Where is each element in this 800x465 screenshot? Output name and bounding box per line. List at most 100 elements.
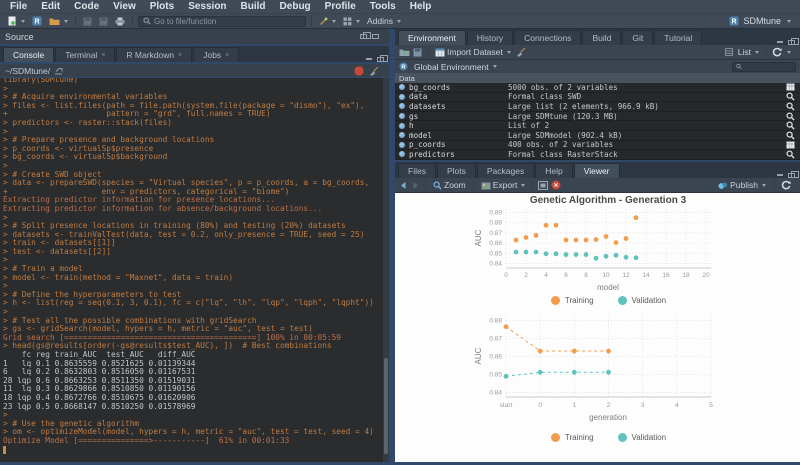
legend-item-validation[interactable]: Validation <box>618 296 667 305</box>
close-icon[interactable]: × <box>178 52 182 59</box>
save-button[interactable] <box>81 16 94 27</box>
svg-text:0.88: 0.88 <box>489 220 502 227</box>
console-scrollbar[interactable] <box>383 78 389 462</box>
legend-item-training[interactable]: Training <box>551 296 594 305</box>
broom-icon[interactable] <box>369 66 379 76</box>
menu-item-profile[interactable]: Profile <box>318 0 363 13</box>
restore-pane-icon[interactable] <box>788 173 795 178</box>
goto-file-input[interactable] <box>154 17 301 26</box>
open-file-button[interactable] <box>47 15 70 27</box>
environment-section-header[interactable]: Data <box>395 73 800 83</box>
goto-file-search[interactable] <box>138 16 306 27</box>
viewer-content[interactable]: 024681012141618200.840.850.860.870.880.8… <box>395 193 800 462</box>
minimize-pane-icon[interactable] <box>777 41 783 43</box>
refresh-icon[interactable] <box>772 47 782 57</box>
inspect-icon[interactable] <box>786 121 795 130</box>
minimize-pane-icon[interactable] <box>366 58 372 60</box>
import-dataset-button[interactable]: Import Dataset <box>433 46 513 58</box>
close-icon[interactable]: × <box>101 52 105 59</box>
new-window-icon[interactable] <box>538 181 548 190</box>
forward-icon[interactable] <box>411 181 420 190</box>
menu-item-plots[interactable]: Plots <box>143 0 181 13</box>
load-workspace-icon[interactable] <box>399 47 410 57</box>
menu-item-view[interactable]: View <box>106 0 143 13</box>
inspect-icon[interactable] <box>786 102 795 111</box>
magic-wand-button[interactable] <box>317 16 338 27</box>
menu-item-code[interactable]: Code <box>67 0 106 13</box>
restore-pane-icon[interactable] <box>377 57 384 62</box>
legend-item-training[interactable]: Training <box>551 433 594 442</box>
maximize-pane-icon[interactable] <box>372 34 379 39</box>
tab-files[interactable]: Files <box>398 163 436 178</box>
save-workspace-icon[interactable] <box>413 48 422 57</box>
tab-connections[interactable]: Connections <box>514 30 581 45</box>
list-view-button[interactable]: List <box>736 46 761 58</box>
environment-object-row[interactable]: p_coords400 obs. of 2 variables <box>395 141 800 151</box>
inspect-icon[interactable] <box>786 112 795 121</box>
environment-search-input[interactable] <box>744 62 792 71</box>
import-dataset-icon <box>435 48 445 57</box>
print-button[interactable] <box>113 16 127 27</box>
new-project-button[interactable]: R <box>30 15 44 27</box>
back-icon[interactable] <box>399 181 408 190</box>
environment-object-row[interactable]: dataFormal class SWD <box>395 93 800 103</box>
chevron-down-icon <box>21 20 25 23</box>
menu-item-tools[interactable]: Tools <box>363 0 403 13</box>
tab-console[interactable]: Console <box>3 47 54 62</box>
remove-plot-icon[interactable] <box>551 180 561 190</box>
popout-icon[interactable] <box>54 67 63 75</box>
environment-search-box[interactable] <box>732 62 796 72</box>
restore-pane-icon[interactable] <box>788 40 795 45</box>
zoom-plot-button[interactable]: Zoom <box>431 179 468 191</box>
menu-item-build[interactable]: Build <box>234 0 273 13</box>
menu-item-edit[interactable]: Edit <box>34 0 67 13</box>
view-table-icon[interactable] <box>786 141 795 149</box>
view-table-icon[interactable] <box>786 83 795 91</box>
publish-button[interactable]: Publish <box>716 179 768 191</box>
tab-environment[interactable]: Environment <box>398 30 466 45</box>
scope-selector[interactable]: Global Environment <box>412 61 499 73</box>
tab-jobs[interactable]: Jobs × <box>193 47 239 62</box>
source-pane-header[interactable]: Source <box>0 29 389 44</box>
tab-plots[interactable]: Plots <box>437 163 476 178</box>
save-all-button[interactable] <box>97 16 110 27</box>
tab-viewer[interactable]: Viewer <box>574 163 620 178</box>
environment-object-row[interactable]: bg_coords5000 obs. of 2 variables <box>395 83 800 93</box>
environment-object-row[interactable]: modelLarge SDMmodel (902.4 kB) <box>395 131 800 141</box>
tab-terminal[interactable]: Terminal× <box>55 47 115 62</box>
environment-object-row[interactable]: datasetsLarge list (2 elements, 966.9 kB… <box>395 102 800 112</box>
inspect-icon[interactable] <box>786 131 795 140</box>
menu-item-session[interactable]: Session <box>181 0 233 13</box>
inspect-icon[interactable] <box>786 92 795 101</box>
export-plot-button[interactable]: Export <box>479 179 528 191</box>
object-type-icon <box>399 94 405 100</box>
new-file-button[interactable] <box>5 15 27 27</box>
minimize-pane-icon[interactable] <box>777 174 783 176</box>
close-icon[interactable]: × <box>225 52 229 59</box>
ga-generations-chart: start0123450.840.850.860.870.88generatio… <box>395 309 800 427</box>
panes-layout-button[interactable] <box>341 16 362 27</box>
tab-git[interactable]: Git <box>622 30 653 45</box>
refresh-icon[interactable] <box>781 180 791 190</box>
inspect-icon[interactable] <box>786 150 795 159</box>
tab-label: Jobs <box>203 50 221 60</box>
tab-packages[interactable]: Packages <box>477 163 534 178</box>
menu-item-debug[interactable]: Debug <box>273 0 318 13</box>
environment-object-row[interactable]: gsLarge SDMtune (120.3 MB) <box>395 112 800 122</box>
project-selector[interactable]: R SDMtune <box>729 16 791 26</box>
menu-item-help[interactable]: Help <box>403 0 439 13</box>
legend-item-validation[interactable]: Validation <box>618 433 667 442</box>
addins-button[interactable]: Addins <box>365 15 403 27</box>
restore-pane-icon[interactable] <box>360 34 367 39</box>
tab-build[interactable]: Build <box>582 30 621 45</box>
stop-icon[interactable] <box>354 66 364 76</box>
menu-item-file[interactable]: File <box>3 0 34 13</box>
environment-object-row[interactable]: hList of 2 <box>395 121 800 131</box>
tab-history[interactable]: History <box>467 30 513 45</box>
tab-help[interactable]: Help <box>535 163 572 178</box>
console-output[interactable]: library(SDMtune)>> # Acquire environment… <box>0 78 389 462</box>
tab-tutorial[interactable]: Tutorial <box>654 30 702 45</box>
tab-r-markdown[interactable]: R Markdown× <box>116 47 192 62</box>
environment-object-row[interactable]: predictorsFormal class RasterStack <box>395 150 800 160</box>
broom-icon[interactable] <box>516 47 526 57</box>
